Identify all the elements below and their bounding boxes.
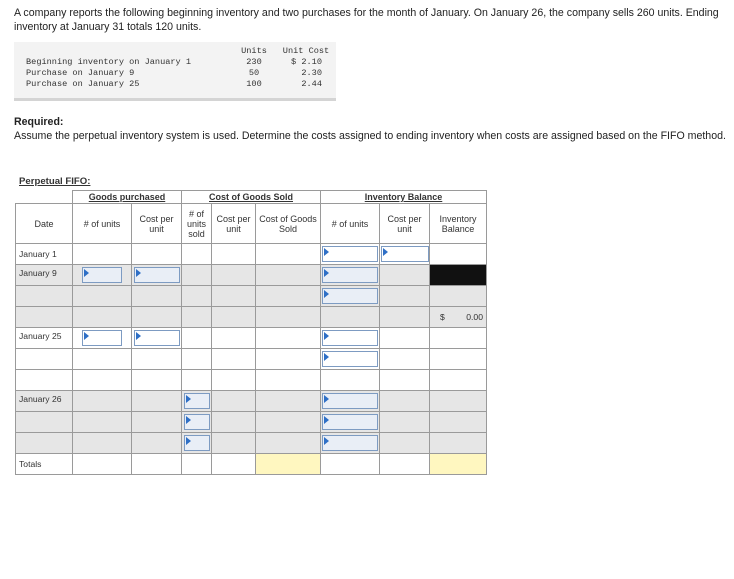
jan26-sold-units-input-2[interactable] (183, 414, 210, 430)
jan9-purchased-units-input[interactable] (82, 267, 122, 283)
table-row (15, 432, 487, 454)
row-label: Beginning inventory on January 1 (26, 57, 192, 67)
date-cell: January 1 (15, 243, 73, 265)
date-cell: January 26 (15, 390, 73, 412)
row-units: 100 (246, 79, 262, 89)
table-row (15, 369, 487, 391)
jan1-balance-units-input[interactable] (322, 246, 378, 262)
jan9-balance-units-input[interactable] (322, 267, 378, 283)
balance-value: 0.00 (466, 312, 483, 322)
units-header: Units (241, 46, 267, 56)
col-cogs-total: Cost of Goods Sold (255, 203, 321, 244)
required-section: Required: Assume the perpetual inventory… (14, 116, 726, 143)
table-row (15, 348, 487, 370)
col-balance-cost: Cost per unit (379, 203, 430, 244)
jan26-sold-units-input[interactable] (183, 393, 210, 409)
jan26-balance-units-input[interactable] (322, 393, 378, 409)
table-row (15, 411, 487, 433)
jan25-balance-units-input-2[interactable] (322, 351, 378, 367)
col-purchased-units: # of units (72, 203, 132, 244)
table-row: January 9 (15, 264, 487, 286)
col-date: Date (15, 203, 73, 244)
jan1-balance-cost-input[interactable] (380, 246, 429, 262)
table-row: January 1 (15, 243, 487, 265)
jan9-balance-total: $ 0.00 (429, 306, 487, 328)
jan26-balance-units-input-3[interactable] (322, 435, 378, 451)
totals-label: Totals (15, 453, 73, 475)
row-cost: 2.44 (301, 79, 322, 89)
row-cost: $ 2.10 (291, 57, 322, 67)
jan9-balance-units-input-2[interactable] (322, 288, 378, 304)
jan25-purchased-units-input[interactable] (82, 330, 122, 346)
goods-purchased-header: Goods purchased (72, 190, 182, 204)
problem-intro: A company reports the following beginnin… (14, 7, 719, 33)
jan25-balance-units-input[interactable] (322, 330, 378, 346)
row-label: Purchase on January 9 (26, 68, 135, 78)
table-row: January 25 (15, 327, 487, 349)
fifo-title: Perpetual FIFO: (19, 176, 91, 187)
jan26-balance-units-input-2[interactable] (322, 414, 378, 430)
row-units: 50 (248, 68, 260, 78)
cogs-header: Cost of Goods Sold (181, 190, 321, 204)
cogs-total-input[interactable] (255, 453, 321, 475)
row-cost: 2.30 (301, 68, 322, 78)
table-row (15, 285, 487, 307)
ending-inventory-total-input[interactable] (429, 453, 487, 475)
col-balance-total: Inventory Balance (429, 203, 487, 244)
inventory-balance-header: Inventory Balance (320, 190, 487, 204)
required-text: Assume the perpetual inventory system is… (14, 129, 726, 142)
table-row: January 26 (15, 390, 487, 412)
date-cell: January 25 (15, 327, 73, 349)
jan9-purchased-cost-input[interactable] (133, 267, 180, 283)
jan26-sold-units-input-3[interactable] (183, 435, 210, 451)
col-sold-units: # of units sold (181, 203, 212, 244)
table-row: $ 0.00 (15, 306, 487, 328)
currency-symbol: $ (440, 312, 445, 322)
table-row: Totals (15, 453, 487, 475)
unit-cost-header: Unit Cost (282, 46, 330, 56)
inventory-data-table: Units Unit Cost Beginning inventory on J… (14, 42, 336, 101)
col-purchased-cost: Cost per unit (131, 203, 182, 244)
fifo-worksheet: Goods purchased Cost of Goods Sold Inven… (15, 190, 487, 475)
col-balance-units: # of units (320, 203, 380, 244)
row-label: Purchase on January 25 (26, 79, 140, 89)
col-sold-cost: Cost per unit (211, 203, 256, 244)
required-heading: Required: (14, 116, 64, 128)
date-cell: January 9 (15, 264, 73, 286)
row-units: 230 (246, 57, 262, 67)
jan25-purchased-cost-input[interactable] (133, 330, 180, 346)
